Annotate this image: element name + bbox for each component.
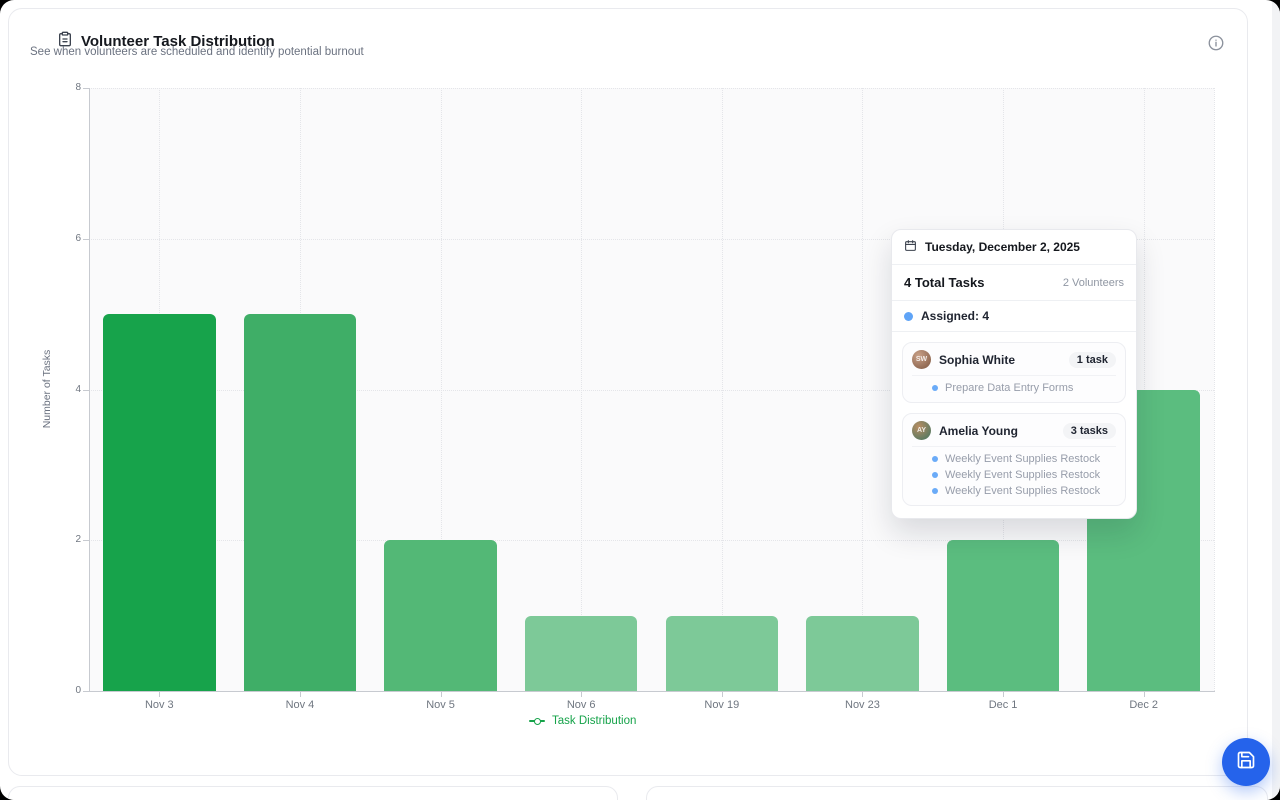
info-icon[interactable] [1207, 34, 1225, 52]
app-window: Volunteer Task Distribution See when vol… [0, 0, 1280, 800]
tooltip-date: Tuesday, December 2, 2025 [925, 240, 1080, 254]
total-tasks: 4 Total Tasks [904, 275, 984, 290]
gridline-vertical [722, 88, 723, 691]
bottom-card-right [646, 786, 1268, 800]
avatar: SW [912, 350, 931, 369]
task-dot-icon [932, 472, 938, 478]
task-item: Weekly Event Supplies Restock [932, 485, 1116, 497]
task-item: Prepare Data Entry Forms [932, 382, 1116, 394]
y-tick-label: 0 [51, 685, 81, 696]
x-tick-label: Nov 5 [396, 699, 486, 711]
y-tick-label: 4 [51, 384, 81, 395]
volunteer-task-distribution-card: Volunteer Task Distribution See when vol… [8, 8, 1248, 776]
task-count-badge: 3 tasks [1063, 423, 1116, 439]
tooltip-totals-row: 4 Total Tasks 2 Volunteers [892, 265, 1136, 301]
assigned-dot-icon [904, 312, 913, 321]
gridline-horizontal [89, 88, 1214, 89]
tooltip-volunteer-list: SW Sophia White 1 task Prepare Data Entry F… [892, 332, 1136, 518]
volunteer-count: 2 Volunteers [1063, 277, 1124, 289]
y-tick-label: 2 [51, 534, 81, 545]
tooltip-assigned-row: Assigned: 4 [892, 301, 1136, 332]
calendar-icon [904, 239, 917, 255]
x-tick-label: Nov 4 [255, 699, 345, 711]
save-button[interactable] [1222, 738, 1270, 786]
y-tick-label: 6 [51, 233, 81, 244]
bar-nov-23[interactable] [806, 616, 919, 691]
legend-label: Task Distribution [552, 715, 636, 727]
x-tick-label: Nov 6 [536, 699, 626, 711]
legend-line-marker-icon [529, 720, 545, 722]
bar-nov-19[interactable] [666, 616, 779, 691]
bar-nov-3[interactable] [103, 314, 216, 691]
page-subtitle: See when volunteers are scheduled and id… [30, 46, 364, 58]
task-list: Weekly Event Supplies Restock Weekly Even… [912, 447, 1116, 498]
volunteer-name: Sophia White [939, 353, 1061, 367]
x-tick-label: Nov 23 [817, 699, 907, 711]
task-count-badge: 1 task [1069, 352, 1116, 368]
gridline-vertical [581, 88, 582, 691]
bar-nov-6[interactable] [525, 616, 638, 691]
task-dot-icon [932, 385, 938, 391]
task-list: Prepare Data Entry Forms [912, 376, 1116, 395]
volunteer-name: Amelia Young [939, 424, 1055, 438]
volunteer-card: AY Amelia Young 3 tasks Weekly Event Suppli… [902, 413, 1126, 506]
gridline-vertical [1214, 88, 1215, 691]
x-tick-label: Nov 19 [677, 699, 767, 711]
avatar: AY [912, 421, 931, 440]
volunteer-card: SW Sophia White 1 task Prepare Data Entry F… [902, 342, 1126, 403]
chart-legend[interactable]: Task Distribution [529, 715, 636, 727]
save-icon [1236, 750, 1256, 775]
gridline-vertical [862, 88, 863, 691]
tooltip-header: Tuesday, December 2, 2025 [892, 230, 1136, 265]
bar-dec-1[interactable] [947, 540, 1060, 691]
bar-nov-4[interactable] [244, 314, 357, 691]
task-item: Weekly Event Supplies Restock [932, 453, 1116, 465]
x-tick-label: Dec 2 [1099, 699, 1189, 711]
bar-nov-5[interactable] [384, 540, 497, 691]
y-axis-line [89, 88, 90, 691]
y-axis-title: Number of Tasks [41, 289, 53, 489]
task-dot-icon [932, 456, 938, 462]
x-axis-line [89, 691, 1215, 692]
scrollbar[interactable] [1272, 0, 1280, 800]
x-tick-label: Nov 3 [114, 699, 204, 711]
x-tick-label: Dec 1 [958, 699, 1048, 711]
chart-tooltip: Tuesday, December 2, 2025 4 Total Tasks … [891, 229, 1137, 519]
bottom-card-left [8, 786, 618, 800]
assigned-label: Assigned: 4 [921, 309, 989, 323]
y-tick-label: 8 [51, 82, 81, 93]
task-item: Weekly Event Supplies Restock [932, 469, 1116, 481]
task-dot-icon [932, 488, 938, 494]
